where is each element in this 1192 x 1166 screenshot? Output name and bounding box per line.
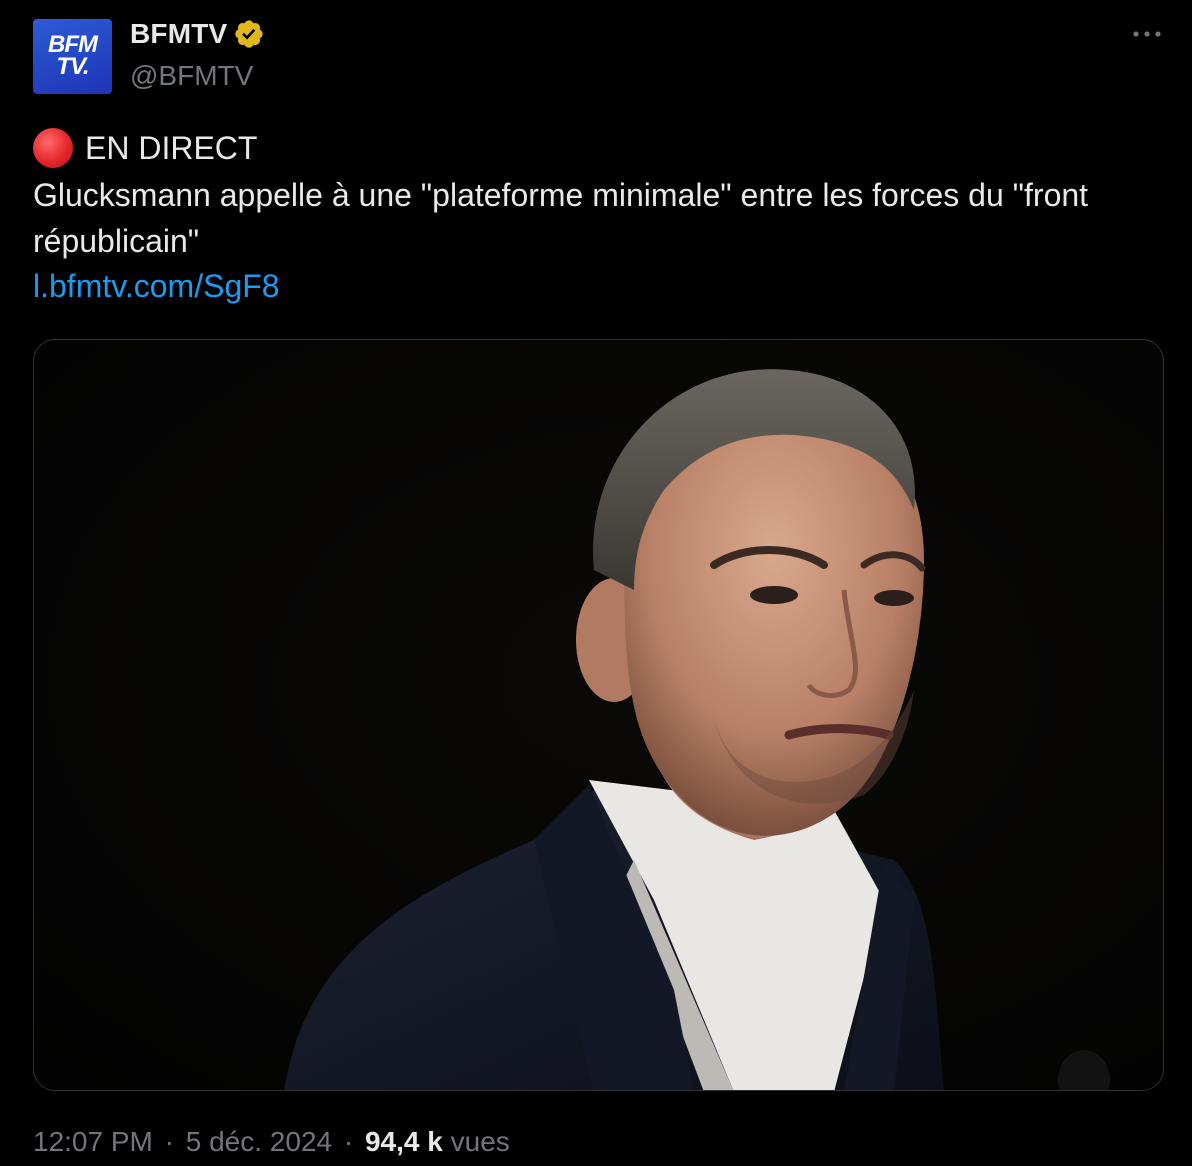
tweet-media-photo[interactable] [33, 339, 1164, 1091]
author-display-name[interactable]: BFMTV [130, 18, 227, 50]
tweet-date[interactable]: 5 déc. 2024 [186, 1126, 332, 1157]
photo-illustration [34, 340, 1163, 1090]
verified-badge-icon[interactable] [233, 18, 265, 50]
meta-separator: · [343, 1126, 354, 1157]
tweet-time[interactable]: 12:07 PM [33, 1126, 153, 1157]
tweet-link[interactable]: l.bfmtv.com/SgF8 [33, 268, 280, 305]
views-label: vues [450, 1126, 510, 1157]
more-horizontal-icon[interactable] [1130, 22, 1164, 46]
tweet-meta: 12:07 PM · 5 déc. 2024 · 94,4 k vues [33, 1126, 510, 1158]
views-count: 94,4 k [364, 1126, 443, 1157]
author-name-row: BFMTV [130, 18, 265, 50]
author-handle[interactable]: @BFMTV [130, 60, 253, 92]
avatar-logo-line-2: TV. [56, 53, 89, 80]
meta-separator: · [164, 1126, 174, 1157]
tweet-text: Glucksmann appelle à une "plateforme min… [33, 177, 1089, 259]
avatar[interactable]: BFM TV. [33, 19, 112, 94]
red-circle-icon [33, 128, 73, 168]
live-label-row: EN DIRECT [33, 128, 257, 168]
tweet[interactable]: BFM TV. BFMTV @BFMTV EN DIRECT Glucksman… [0, 0, 1192, 1166]
live-label: EN DIRECT [85, 129, 258, 166]
